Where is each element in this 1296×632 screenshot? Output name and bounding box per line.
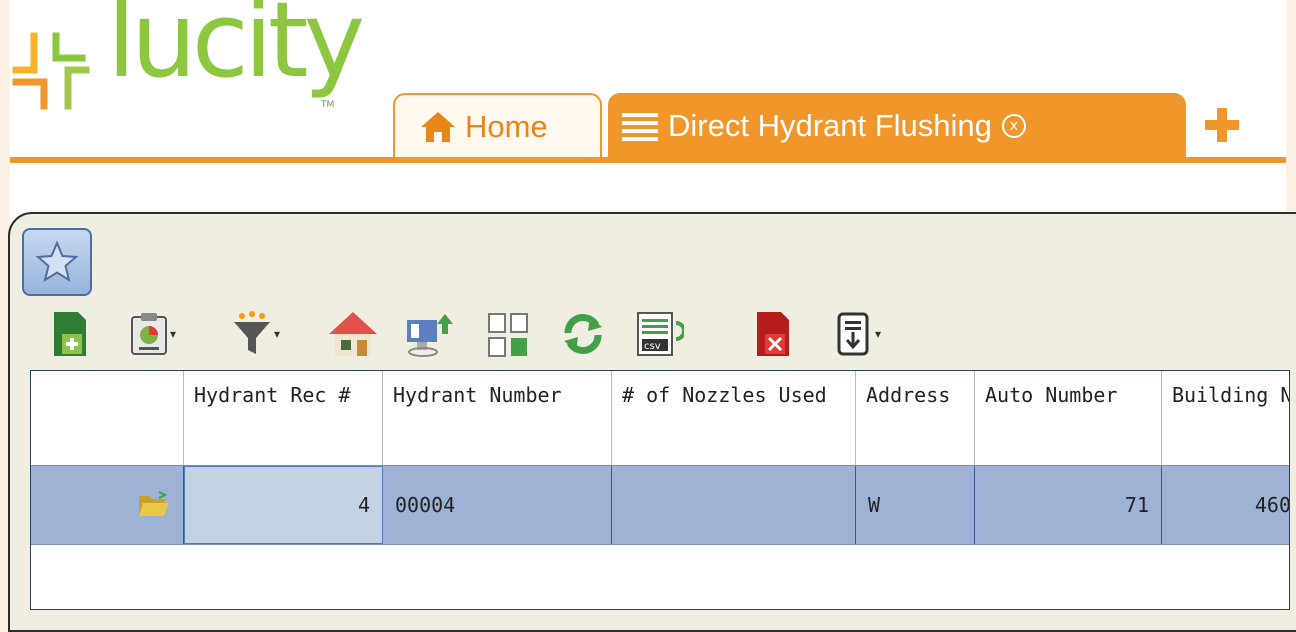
tab-active-label: Direct Hydrant Flushing [668,108,992,143]
home-icon [421,112,455,142]
lucity-logo-mark-icon [12,32,90,110]
upload-button[interactable] [405,305,457,363]
table-row[interactable]: 4 00004 W 71 460 [31,465,1289,545]
report-button[interactable]: ▾ [130,305,176,363]
report-dropdown-caret[interactable]: ▾ [170,327,176,341]
delete-record-icon [757,312,789,356]
favorite-button[interactable] [22,228,92,296]
trademark-mark: TM [321,100,335,110]
tab-direct-hydrant-flushing[interactable]: Direct Hydrant Flushing x [608,93,1186,159]
refresh-icon [564,313,602,355]
home-button[interactable] [327,305,379,363]
new-record-icon [54,312,86,356]
copy-pages-icon [488,313,528,357]
cell-hydrant-number[interactable]: 00004 [383,466,612,544]
filter-dropdown-caret[interactable]: ▾ [274,327,280,341]
cell-hydrant-rec[interactable]: 4 [184,466,383,544]
logo-wordmark: lucity [107,0,365,101]
cell-address[interactable]: W [856,466,975,544]
refresh-button[interactable] [560,305,606,363]
grid-header-hydrant-number[interactable]: Hydrant Number [383,371,612,465]
tab-home-label: Home [465,109,548,144]
grid-header-auto-number[interactable]: Auto Number [975,371,1162,465]
svg-text:csv: csv [644,341,661,352]
monitor-upload-icon [407,314,453,357]
grid-header-blank [31,371,184,465]
grid-header-address[interactable]: Address [856,371,975,465]
grid-header-hydrant-rec[interactable]: Hydrant Rec # [184,371,383,465]
filter-funnel-icon [234,311,270,354]
house-icon [329,312,377,356]
tab-home[interactable]: Home [393,93,602,159]
export-button[interactable]: ▾ [835,305,881,363]
add-tab-button[interactable] [1203,106,1241,144]
close-tab-button[interactable]: x [1001,114,1026,138]
cell-nozzles-used[interactable] [612,466,856,544]
data-grid: Hydrant Rec # Hydrant Number # of Nozzle… [30,370,1290,610]
export-download-icon [837,312,869,356]
open-folder-icon [139,491,169,516]
plus-icon [1205,108,1239,142]
filter-button[interactable]: ▾ [232,305,280,363]
lucity-logo: lucity TM [10,0,365,142]
csv-export-icon: csv [637,312,684,356]
copy-button[interactable] [487,305,529,363]
delete-record-button[interactable] [755,305,791,363]
cell-building[interactable]: 460 [1162,466,1289,544]
star-icon [35,240,79,283]
export-dropdown-caret[interactable]: ▾ [875,327,881,341]
grid-header-nozzles-used[interactable]: # of Nozzles Used [612,371,856,465]
clipboard-chart-icon [131,313,167,355]
list-icon [622,113,658,141]
export-csv-button[interactable]: csv [636,305,684,363]
cell-auto-number[interactable]: 71 [975,466,1162,544]
new-record-button[interactable] [52,305,88,363]
grid-header-building[interactable]: Building N [1162,371,1289,465]
row-open-cell[interactable] [31,466,184,544]
header-divider [10,157,1286,163]
